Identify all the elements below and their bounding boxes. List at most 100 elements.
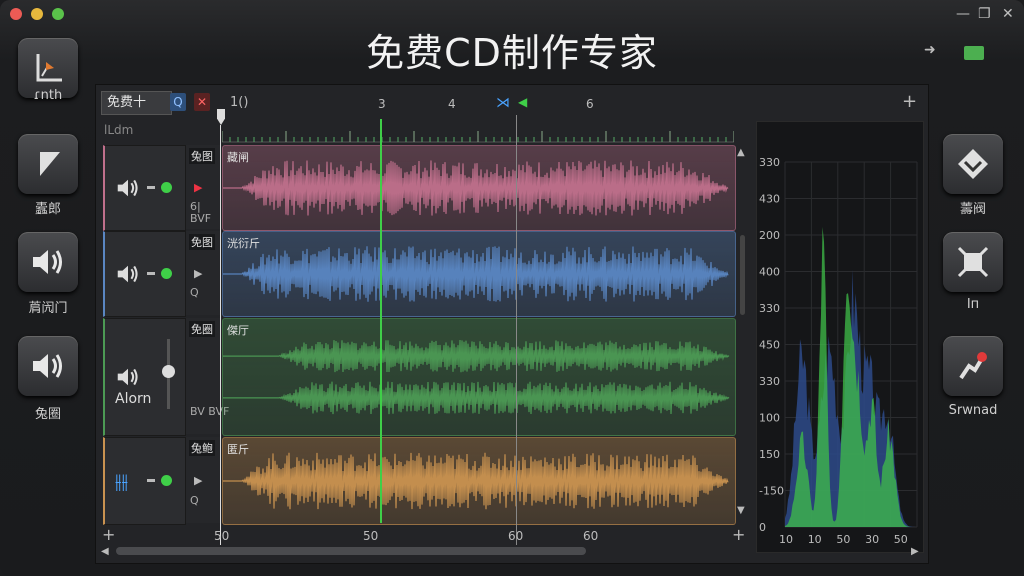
marker-line [516,115,517,545]
eq-icon[interactable]: ⫲⫲ [115,469,128,493]
track-scrollbar[interactable] [740,235,745,315]
playhead-handle[interactable] [217,109,225,125]
cursor-marker-icon[interactable]: ◀ [518,95,527,109]
play-icon[interactable]: ▶ [194,474,202,487]
zoom-in-icon[interactable]: + [102,525,115,544]
spectrum-x-label: 10 [779,533,793,546]
sidebar-label-chip: Iп [966,297,980,312]
active-led[interactable] [161,182,172,193]
waveform [223,339,730,415]
spectrum-y-label: 150 [759,448,780,461]
playhead-line [220,125,221,545]
speaker-button-1[interactable] [18,232,78,292]
fade-envelope-icon [36,152,60,176]
play-icon[interactable]: ▶ [194,181,202,194]
track-scroll-up[interactable]: ▲ [737,147,749,159]
track-header [103,145,186,231]
minimize-icon[interactable]: — [956,6,970,22]
cursor-line [380,119,382,523]
ruler-label: lLdm [104,123,134,137]
spectrum-y-label: 0 [759,521,766,534]
spectrum-y-label: 330 [759,302,780,315]
spectrum-y-label: 100 [759,412,780,425]
diamond-chevron-icon [958,149,988,179]
spectrum-graph: 330 430 200 400 330 450 330 100 150 -150 0 10 10 50 30… [759,156,918,546]
app-window: — ❐ ✕ 免费CD制作专家 ➜ ɾnth 蠹郎 菺闶门 兔圈 薵阀 Iп Sr… [0,0,1024,576]
sidebar-label-speaker-2: 兔圈 [34,407,61,422]
track-side-info: Q [190,286,199,299]
sidebar-label-record: Srwnad [948,403,998,418]
speaker-icon[interactable] [115,176,141,200]
time-field[interactable]: 1() [230,95,248,110]
track-tag: 免圈 [189,321,215,337]
ruler-mark: 4 [448,97,456,111]
bottom-mark: 50 [214,529,230,543]
sidebar-label-speaker-1: 菺闶门 [28,301,68,316]
spectrum-y-label: -150 [759,485,784,498]
scroll-left[interactable]: ◀ [101,546,109,557]
zoom-out-icon[interactable]: + [732,525,745,544]
search-icon[interactable]: Q [170,93,186,111]
speaker-icon[interactable] [115,365,141,389]
ruler-mark: 3 [378,97,386,111]
track-side-info: Q [190,494,199,507]
track-scroll-down[interactable]: ▼ [737,505,749,517]
track-waveform-region[interactable]: 匿斤 [222,437,736,525]
bottom-mark: 50 [363,529,379,543]
preset-dropdown[interactable]: 免费十 [101,91,172,115]
spectrum-x-label: 30 [865,533,879,546]
minimize-window-button[interactable] [31,8,43,20]
spectrum-y-label: 400 [759,266,780,279]
waveform [223,246,729,302]
speaker-icon[interactable] [115,262,141,286]
speaker-icon [33,354,62,378]
track-waveform-region[interactable]: 傑厅 [222,318,736,436]
horizontal-scrollbar[interactable] [116,547,586,555]
axis-graph-icon [36,54,62,82]
track-tag: 免图 [189,234,215,250]
track-header: ⫲⫲ [103,437,186,525]
chip-tool-button[interactable] [943,232,1003,292]
scroll-right[interactable]: ▶ [911,546,919,557]
spectrum-panel: 330 430 200 400 330 450 330 100 150 -150 0 10 10 50 30… [756,121,924,553]
speaker-button-2[interactable] [18,336,78,396]
mute-dash [147,272,155,275]
restore-icon[interactable]: ❐ [978,6,991,22]
track-volume-label: Alorn [115,391,152,407]
editor-panel: 免费十 Q ✕ 1() + lLdm 3 4 6 ⋊ ◀ 兔图 ▶ 6| BVF 藏闸… [95,84,929,564]
cut-icon[interactable]: ✕ [194,93,210,111]
spectrum-y-label: 330 [759,375,780,388]
close-icon[interactable]: ✕ [1002,6,1014,22]
volume-slider-knob[interactable] [162,365,175,378]
sidebar-label-graph: ɾnth [33,88,63,103]
close-window-button[interactable] [10,8,22,20]
active-led[interactable] [161,268,172,279]
battery-icon [964,46,984,60]
add-track-icon[interactable]: + [902,91,917,112]
record-tool-button[interactable] [943,336,1003,396]
mute-dash [147,186,155,189]
speaker-icon [33,250,62,274]
loop-marker-icon[interactable]: ⋊ [496,95,510,111]
track-controls: 兔鲍 ▶ Q [186,437,220,523]
envelope-tool-button[interactable] [18,134,78,194]
active-led[interactable] [161,475,172,486]
diamond-tool-button[interactable] [943,134,1003,194]
bottom-mark: 60 [583,529,599,543]
bottom-mark: 60 [508,529,524,543]
spectrum-y-label: 430 [759,193,780,206]
track-tag: 兔图 [189,148,215,164]
spectrum-y-label: 200 [759,229,780,242]
play-icon[interactable]: ▶ [194,267,202,280]
track-side-info: 6| BVF [190,200,212,225]
forward-arrow-icon[interactable]: ➜ [924,42,936,58]
zoom-window-button[interactable] [52,8,64,20]
track-header [103,231,186,317]
spectrum-x-label: 50 [836,533,850,546]
chip-icon [957,246,989,278]
track-waveform-region[interactable]: 洸衍斤 [222,231,736,317]
waveform [223,452,729,510]
track-waveform-region[interactable]: 藏闸 [222,145,736,231]
sidebar-label-diamond: 薵阀 [959,202,986,217]
ruler-ticks [222,131,734,143]
